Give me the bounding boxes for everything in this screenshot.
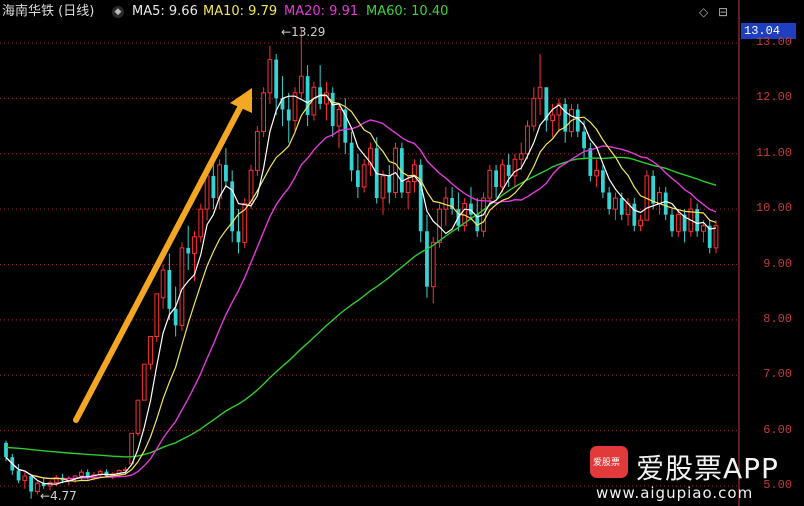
candle	[35, 480, 40, 495]
ma60-readout: MA60: 10.40	[366, 4, 449, 19]
candle	[713, 220, 719, 254]
candle	[330, 87, 335, 138]
candle	[487, 164, 493, 204]
watermark-name: 爱股票APP	[636, 452, 779, 485]
candle	[305, 65, 310, 127]
candle	[537, 54, 543, 115]
high-label: 13.29	[291, 25, 326, 39]
candle	[97, 469, 103, 478]
candle	[670, 209, 674, 237]
low-price-annotation: ←4.77	[40, 489, 77, 503]
candlestick-chart	[0, 0, 740, 506]
candle	[393, 142, 398, 199]
expand-icon[interactable]: ⊟	[718, 5, 728, 19]
ma20-readout: MA20: 9.91	[284, 4, 359, 19]
candle	[544, 87, 549, 132]
candle	[318, 65, 323, 110]
candle	[135, 399, 141, 437]
ma10-readout: MA10: 9.79	[203, 4, 278, 19]
candle	[29, 473, 34, 499]
candle	[129, 432, 135, 465]
candle	[141, 363, 147, 401]
candle	[148, 335, 153, 370]
ma20-line	[5, 119, 717, 480]
candle	[380, 170, 386, 215]
candle	[443, 186, 449, 226]
candle	[361, 159, 367, 193]
price-tick-label: 13.00	[755, 35, 792, 49]
price-tick-label: 12.00	[755, 90, 792, 105]
candle	[387, 164, 392, 204]
candle	[336, 103, 342, 149]
candle	[79, 469, 84, 481]
price-tick-label: 7.00	[763, 367, 792, 382]
arrow-left-icon: ←	[40, 489, 51, 503]
price-tick-label: 11.00	[755, 145, 792, 160]
candle	[695, 203, 700, 237]
candle	[324, 81, 329, 121]
candle	[638, 214, 643, 232]
candle	[186, 225, 191, 271]
candle	[418, 159, 423, 243]
candle	[349, 131, 354, 182]
candle	[254, 126, 260, 176]
candle	[688, 198, 694, 237]
candle	[594, 159, 600, 187]
candle	[607, 186, 612, 215]
stock-title: 海南华铁 (日线)	[2, 4, 95, 19]
info-dot-icon[interactable]: ◆	[112, 6, 124, 18]
candle	[632, 198, 637, 232]
watermark-url: www.aigupiao.com	[596, 484, 754, 502]
candle	[563, 98, 568, 143]
high-price-annotation: ←13.29	[281, 25, 325, 39]
candle	[556, 98, 562, 132]
candles-layer	[4, 26, 719, 499]
candle	[286, 92, 291, 143]
candle	[425, 214, 429, 298]
candle	[230, 170, 235, 243]
candle	[494, 164, 498, 199]
candle	[198, 203, 204, 243]
candle	[601, 164, 605, 199]
candle	[173, 286, 178, 337]
trend-arrow	[73, 88, 252, 423]
candle	[651, 170, 656, 210]
candle	[22, 472, 28, 489]
candle	[663, 186, 668, 221]
candle	[613, 192, 618, 221]
candle	[267, 45, 273, 104]
candle	[355, 153, 360, 199]
candle	[469, 186, 473, 221]
candle	[16, 463, 21, 484]
candle	[682, 209, 687, 243]
candle	[588, 142, 593, 182]
candle	[405, 175, 411, 210]
low-label: 4.77	[50, 489, 77, 503]
candle	[368, 142, 373, 176]
candle	[167, 253, 172, 320]
diamond-icon[interactable]: ◇	[699, 5, 708, 19]
price-tick-label: 8.00	[763, 311, 792, 326]
price-gridlines	[0, 42, 739, 487]
candle	[450, 186, 454, 215]
candle	[657, 186, 662, 215]
ma5-readout: MA5: 9.66	[132, 4, 198, 19]
candle	[261, 87, 266, 138]
candle	[707, 220, 712, 254]
candle	[531, 87, 537, 132]
price-tick-label: 6.00	[763, 422, 792, 437]
candle	[292, 87, 298, 132]
arrow-left-icon: ←	[281, 25, 292, 39]
candle	[274, 54, 279, 115]
candle	[644, 170, 650, 221]
price-tick-label: 9.00	[763, 256, 792, 271]
watermark-logo: 爱股票	[590, 446, 628, 478]
candle	[675, 209, 681, 237]
price-tick-label: 10.00	[755, 201, 792, 216]
candle	[154, 293, 160, 343]
candle	[160, 264, 166, 309]
